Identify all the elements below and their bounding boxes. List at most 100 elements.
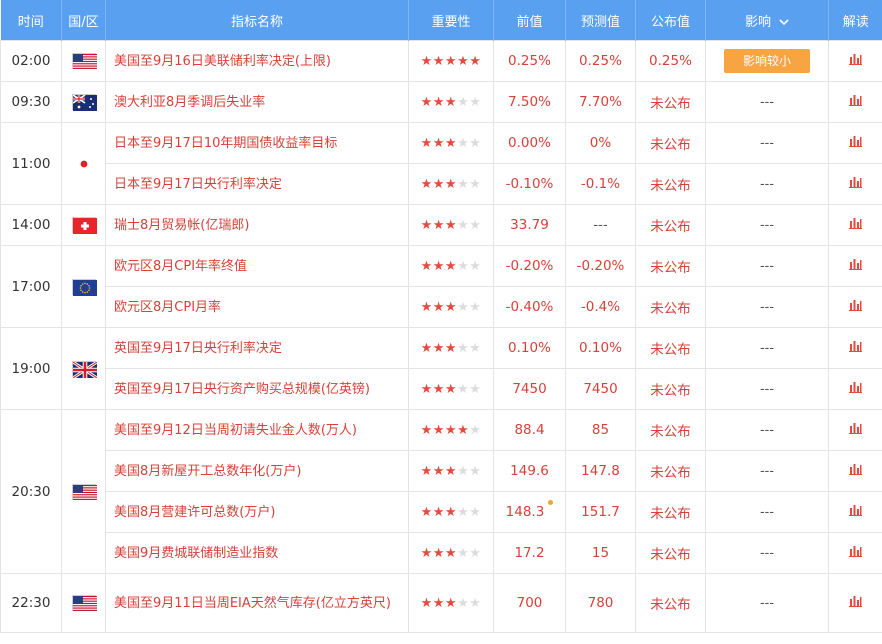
- interpret-chart-button[interactable]: [849, 258, 862, 274]
- indicator-name[interactable]: 欧元区8月CPI年率终值: [105, 245, 409, 287]
- forecast-value: 0%: [565, 122, 636, 164]
- indicator-name[interactable]: 美国至9月16日美联储利率决定(上限): [105, 40, 409, 82]
- star-icon: ★: [457, 381, 470, 397]
- event-time: 22:30: [0, 573, 62, 633]
- star-icon: ★: [432, 381, 445, 397]
- us-flag-icon: [71, 53, 97, 70]
- indicator-name[interactable]: 瑞士8月贸易帐(亿瑞郎): [105, 204, 409, 246]
- country-flag: [61, 409, 106, 574]
- importance-stars: ★★★★★: [408, 286, 494, 328]
- indicator-name[interactable]: 日本至9月17日10年期国债收益率目标: [105, 122, 409, 164]
- interpret-chart-button[interactable]: [849, 94, 862, 110]
- interpret-chart-button[interactable]: [849, 135, 862, 151]
- bar-chart-icon: [849, 95, 862, 106]
- forecast-value: -0.20%: [565, 245, 636, 287]
- star-icon: ★: [420, 258, 433, 274]
- event-time: 09:30: [0, 81, 62, 123]
- previous-value: -0.20%: [493, 245, 566, 287]
- table-row: 日本至9月17日央行利率决定 ★★★★★ -0.10% -0.1% 未公布 ---: [1, 163, 882, 205]
- forecast-value: ---: [565, 204, 636, 246]
- header-time: 时间: [0, 0, 62, 41]
- indicator-name[interactable]: 澳大利亚8月季调后失业率: [105, 81, 409, 123]
- star-icon: ★: [420, 463, 433, 479]
- indicator-name[interactable]: 欧元区8月CPI月率: [105, 286, 409, 328]
- previous-value: 17.2: [493, 532, 566, 574]
- importance-stars: ★★★★★: [408, 491, 494, 533]
- table-row: 英国至9月17日央行资产购买总规模(亿英镑) ★★★★★ 7450 7450 未公布 --…: [1, 368, 882, 410]
- interpret-chart-button[interactable]: [849, 53, 862, 69]
- star-icon: ★: [444, 463, 458, 479]
- us-flag-icon: [71, 483, 97, 501]
- star-icon: ★: [432, 340, 445, 356]
- bar-chart-icon: [849, 505, 862, 516]
- interpret-chart-button[interactable]: [849, 299, 862, 315]
- forecast-value: 151.7: [565, 491, 636, 533]
- bar-chart-icon: [849, 177, 862, 188]
- previous-value-text: 0.00%: [508, 135, 551, 151]
- star-icon: ★: [420, 94, 433, 110]
- country-flag: [61, 204, 106, 246]
- star-icon: ★: [432, 595, 445, 611]
- indicator-name[interactable]: 美国至9月12日当周初请失业金人数(万人): [105, 409, 409, 451]
- interpret-chart-button[interactable]: [849, 176, 862, 192]
- star-icon: ★: [457, 135, 470, 151]
- interpret-cell: [828, 327, 882, 369]
- interpret-chart-button[interactable]: [849, 422, 862, 438]
- star-icon: ★: [457, 258, 470, 274]
- star-icon: ★: [420, 176, 433, 192]
- star-icon: ★: [457, 504, 470, 520]
- indicator-name[interactable]: 美国9月费城联储制造业指数: [105, 532, 409, 574]
- forecast-value: 0.10%: [565, 327, 636, 369]
- interpret-chart-button[interactable]: [849, 381, 862, 397]
- ch-flag-icon: [71, 217, 97, 234]
- interpret-chart-button[interactable]: [849, 504, 862, 520]
- star-icon: ★: [469, 340, 482, 356]
- impact-cell: ---: [705, 245, 829, 287]
- indicator-name[interactable]: 英国至9月17日央行资产购买总规模(亿英镑): [105, 368, 409, 410]
- previous-value: 88.4: [493, 409, 566, 451]
- previous-value: -0.10%: [493, 163, 566, 205]
- importance-stars: ★★★★★: [408, 163, 494, 205]
- star-icon: ★: [457, 545, 470, 561]
- star-icon: ★: [444, 381, 458, 397]
- actual-value: 未公布: [635, 163, 706, 205]
- interpret-chart-button[interactable]: [849, 595, 862, 611]
- interpret-cell: [828, 163, 882, 205]
- indicator-name[interactable]: 美国8月新屋开工总数年化(万户): [105, 450, 409, 492]
- interpret-chart-button[interactable]: [849, 340, 862, 356]
- impact-cell: ---: [705, 491, 829, 533]
- eu-flag-icon: [71, 278, 97, 296]
- interpret-chart-button[interactable]: [849, 463, 862, 479]
- bar-chart-icon: [849, 136, 862, 147]
- star-icon: ★: [457, 340, 470, 356]
- star-icon: ★: [469, 258, 482, 274]
- star-icon: ★: [469, 299, 482, 315]
- indicator-name[interactable]: 美国至9月11日当周EIA天然气库存(亿立方英尺): [105, 573, 409, 633]
- importance-stars: ★★★★★: [408, 245, 494, 287]
- star-icon: ★: [444, 422, 458, 438]
- bar-chart-icon: [849, 341, 862, 352]
- previous-value: -0.40%: [493, 286, 566, 328]
- header-impact-dropdown[interactable]: 影响: [705, 0, 829, 41]
- indicator-name[interactable]: 英国至9月17日央行利率决定: [105, 327, 409, 369]
- impact-cell: ---: [705, 204, 829, 246]
- event-time: 02:00: [0, 40, 62, 82]
- impact-cell: ---: [705, 327, 829, 369]
- star-icon: ★: [469, 504, 482, 520]
- economic-calendar-table: 时间 国/区 指标名称 重要性 前值 预测值 公布值 影响 解读 02:00 美国…: [0, 0, 882, 633]
- event-time: 20:30: [0, 409, 62, 574]
- forecast-value: 7450: [565, 368, 636, 410]
- star-icon: ★: [432, 217, 445, 233]
- star-icon: ★: [420, 545, 433, 561]
- actual-value: 未公布: [635, 286, 706, 328]
- country-flag: [61, 573, 106, 633]
- interpret-chart-button[interactable]: [849, 217, 862, 233]
- interpret-cell: [828, 40, 882, 82]
- indicator-name[interactable]: 日本至9月17日央行利率决定: [105, 163, 409, 205]
- interpret-cell: [828, 450, 882, 492]
- indicator-name[interactable]: 美国8月营建许可总数(万户): [105, 491, 409, 533]
- star-icon: ★: [432, 463, 445, 479]
- interpret-chart-button[interactable]: [849, 545, 862, 561]
- star-icon: ★: [469, 53, 482, 69]
- impact-button[interactable]: 影响较小: [724, 49, 810, 73]
